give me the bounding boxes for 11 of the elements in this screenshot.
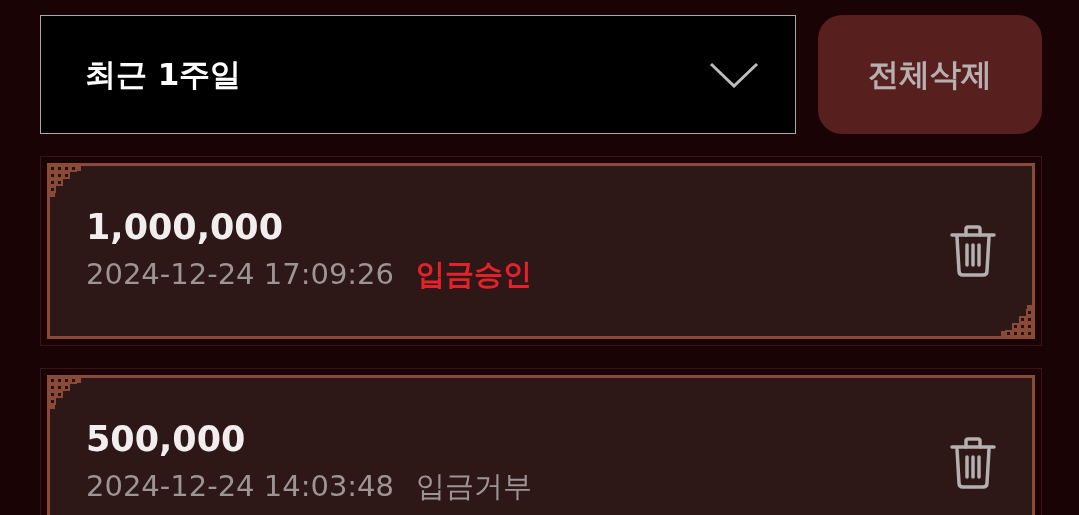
datetime-text: 2024-12-24 14:03:48 — [86, 469, 394, 503]
chevron-down-icon — [709, 61, 759, 88]
trash-icon[interactable] — [950, 437, 996, 489]
amount-text: 500,000 — [86, 419, 247, 459]
delete-all-button[interactable]: 전체삭제 — [818, 15, 1042, 134]
status-text: 입금승인 — [416, 256, 532, 293]
period-dropdown[interactable]: 최근 1주일 — [40, 15, 796, 134]
datetime-text: 2024-12-24 17:09:26 — [86, 257, 394, 291]
trash-icon[interactable] — [950, 225, 996, 277]
amount-text: 1,000,000 — [86, 207, 285, 247]
status-text: 입금거부 — [416, 468, 532, 505]
